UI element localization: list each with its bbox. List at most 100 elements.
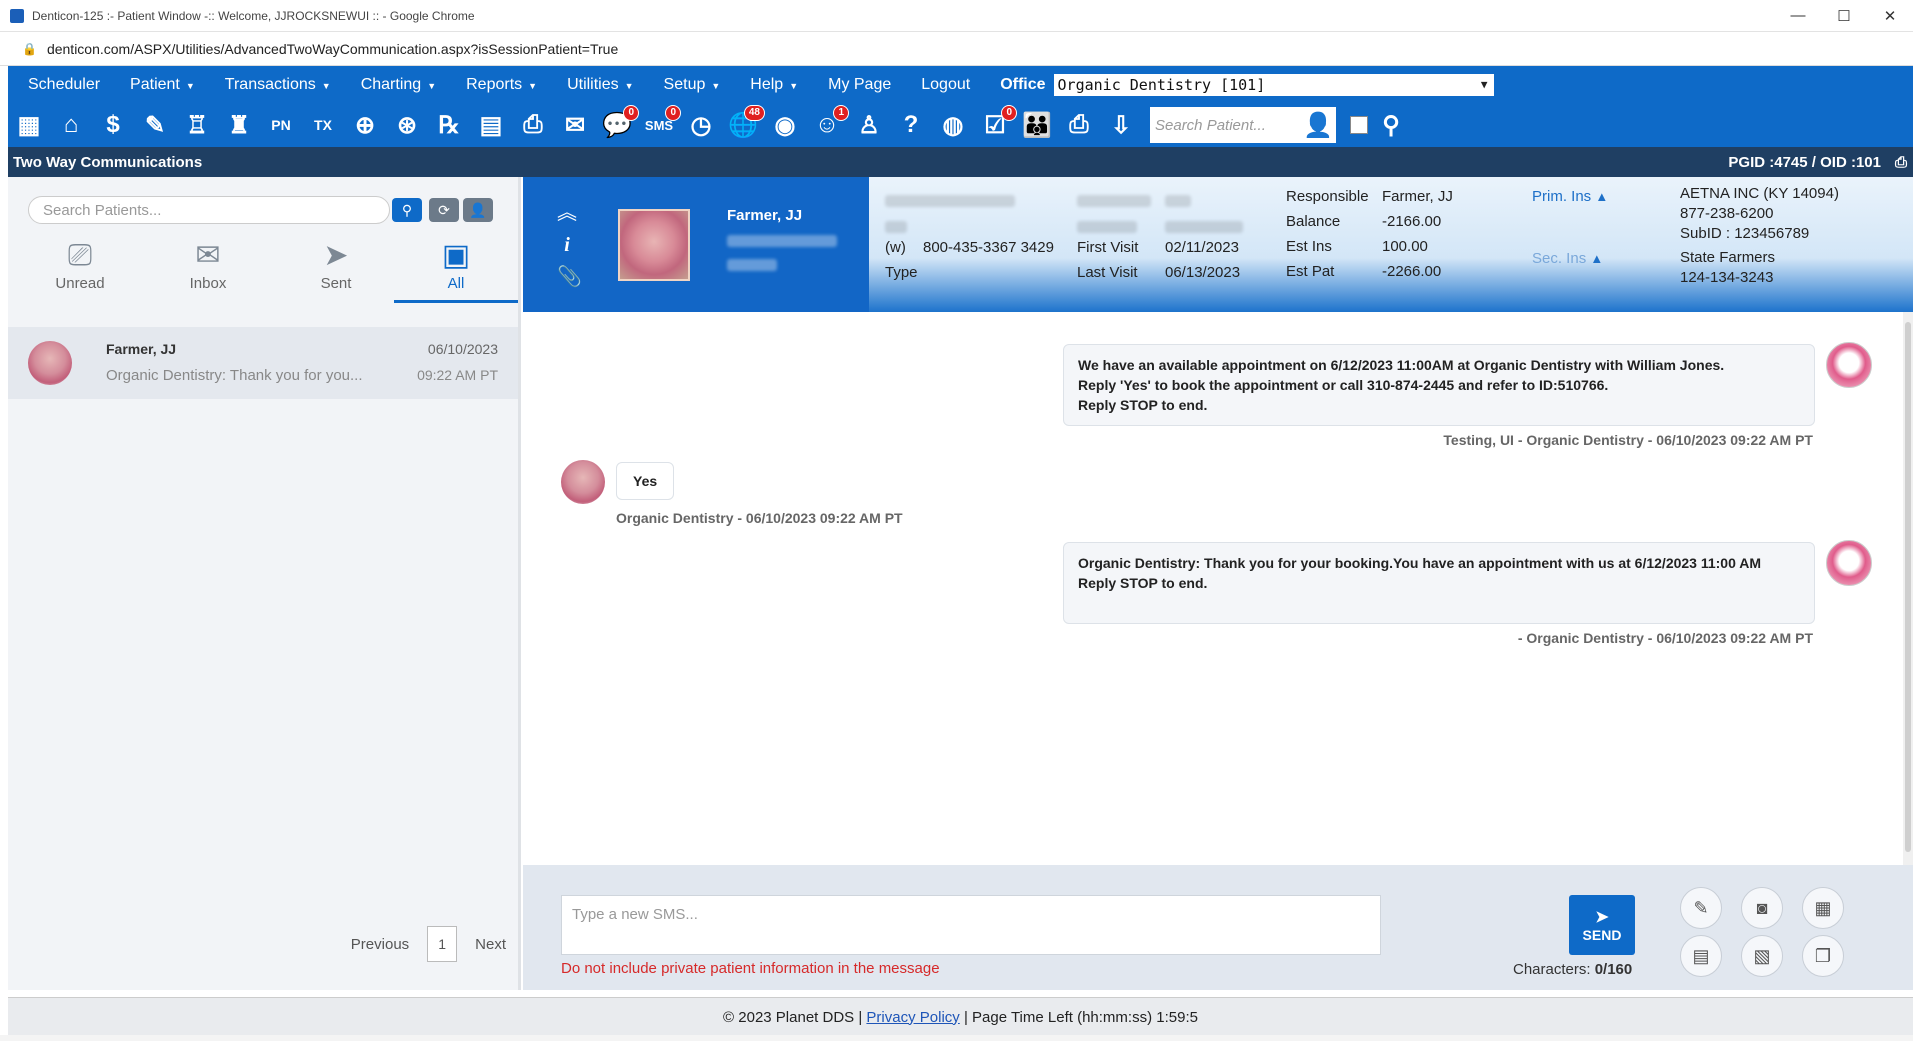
calendar-icon[interactable]: ▦ xyxy=(12,108,46,142)
tooth-help-icon[interactable]: ? xyxy=(894,108,928,142)
camera-button[interactable]: ◙ xyxy=(1741,887,1783,929)
page-number[interactable]: 1 xyxy=(427,926,458,962)
send-button[interactable]: ➤ SEND xyxy=(1569,895,1635,955)
close-button[interactable]: ✕ xyxy=(1867,7,1913,25)
portal-icon[interactable]: ◉ xyxy=(768,108,802,142)
menu-patient[interactable]: Patient ▼ xyxy=(130,76,195,94)
menu-logout[interactable]: Logout xyxy=(921,76,970,94)
copy-icon: ❐ xyxy=(1814,945,1832,966)
previous-page-link[interactable]: Previous xyxy=(351,936,409,953)
alert-user-icon[interactable]: ☺ 1 xyxy=(810,105,849,142)
message-line: Reply STOP to end. xyxy=(1078,575,1208,591)
tab-all[interactable]: ▣ All xyxy=(394,237,518,303)
menu-help[interactable]: Help ▼ xyxy=(750,76,798,94)
dollar-icon[interactable]: $ xyxy=(96,108,130,142)
tab-label: All xyxy=(447,275,465,292)
sms-icon[interactable]: SMS 0 xyxy=(642,105,681,142)
refresh-icon: ⟳ xyxy=(438,201,450,218)
conversation-snippet: Organic Dentistry: Thank you for you... xyxy=(106,367,363,384)
template-button[interactable]: ✎ xyxy=(1680,887,1722,929)
paper-plane-icon: ➤ xyxy=(323,239,349,272)
web-users-icon[interactable]: 🌐 48 xyxy=(726,105,765,142)
tooth-chart-icon[interactable]: ♜ xyxy=(222,108,256,142)
maximize-button[interactable]: ☐ xyxy=(1821,7,1867,25)
notes-edit-icon[interactable]: ✎ xyxy=(138,108,172,142)
prescription-icon[interactable]: ℞ xyxy=(432,108,466,142)
prim-ins-name: AETNA INC (KY 14094) xyxy=(1680,185,1839,202)
prim-ins-phone: 877-238-6200 xyxy=(1680,205,1774,222)
tooth-icon[interactable]: ♖ xyxy=(180,108,214,142)
menu-scheduler[interactable]: Scheduler xyxy=(28,76,100,94)
envelope-icon: ✉ xyxy=(195,239,221,272)
url-text: denticon.com/ASPX/Utilities/AdvancedTwoW… xyxy=(46,40,619,57)
attachment-icon[interactable]: 📎 xyxy=(557,261,582,293)
tab-inbox[interactable]: ✉ Inbox xyxy=(158,237,258,292)
copy-button[interactable]: ❐ xyxy=(1802,935,1844,977)
tooth-outline-icon[interactable]: ♙ xyxy=(852,108,886,142)
est-pat-label: Est Pat xyxy=(1286,263,1335,280)
sender-avatar xyxy=(1826,342,1872,388)
scrollbar-thumb[interactable] xyxy=(1905,322,1911,852)
treatment-icon[interactable]: TX xyxy=(306,108,340,142)
message-meta: Organic Dentistry - 06/10/2023 09:22 AM … xyxy=(616,510,903,526)
menu-setup[interactable]: Setup ▼ xyxy=(664,76,721,94)
family-icon[interactable]: 👪 xyxy=(1020,108,1054,142)
menu-label: Help xyxy=(750,75,784,93)
document-icon[interactable]: ▤ xyxy=(474,108,508,142)
account-fields: Responsible Farmer, JJ Balance -2166.00 Es… xyxy=(1286,184,1453,284)
search-patients-input[interactable]: Search Patients... xyxy=(28,196,390,224)
last-visit-label: Last Visit xyxy=(1077,264,1138,281)
advanced-search-icon[interactable]: ⚲ xyxy=(1374,108,1408,142)
collapse-up-icon[interactable]: ︽ xyxy=(557,197,577,229)
unread-screen-icon: ⎚ xyxy=(68,239,92,272)
address-bar[interactable]: 🔒 denticon.com/ASPX/Utilities/AdvancedTw… xyxy=(0,32,1913,66)
outgoing-message: We have an available appointment on 6/12… xyxy=(1063,344,1815,426)
menu-my-page[interactable]: My Page xyxy=(828,76,891,94)
printer-icon[interactable]: ⎙ xyxy=(1062,108,1096,142)
menu-transactions[interactable]: Transactions ▼ xyxy=(225,76,331,94)
appointment-button[interactable]: ▦ xyxy=(1802,887,1844,929)
globe-icon[interactable]: ◍ xyxy=(936,108,970,142)
message-icon[interactable]: 💬 0 xyxy=(600,105,639,142)
add-family-icon[interactable]: ⊛ xyxy=(390,108,424,142)
caret-down-icon: ▼ xyxy=(711,80,721,91)
minimize-button[interactable]: — xyxy=(1775,7,1821,25)
tab-unread[interactable]: ⎚ Unread xyxy=(30,237,130,292)
next-page-link[interactable]: Next xyxy=(475,936,506,953)
prim-ins-link[interactable]: Prim. Ins xyxy=(1532,188,1591,205)
menu-label: Setup xyxy=(663,75,706,93)
patient-search-input[interactable]: Search Patient... xyxy=(1150,107,1300,143)
print-icon[interactable]: ⎙ xyxy=(1895,154,1907,171)
sec-ins-link[interactable]: Sec. Ins xyxy=(1532,250,1586,267)
patient-search-icon[interactable]: 👤 xyxy=(1300,107,1336,143)
progress-notes-icon[interactable]: PN xyxy=(264,108,298,142)
search-checkbox[interactable] xyxy=(1350,116,1368,134)
contact-button[interactable]: 👤 xyxy=(463,198,493,222)
chat-scrollbar[interactable] xyxy=(1903,312,1913,865)
office-select[interactable]: Organic Dentistry [101] ▼ xyxy=(1053,73,1494,96)
redacted-field xyxy=(1077,221,1137,233)
edit-note-icon: ✎ xyxy=(1693,897,1709,918)
menu-reports[interactable]: Reports ▼ xyxy=(466,76,537,94)
conversation-item[interactable]: Farmer, JJ Organic Dentistry: Thank you … xyxy=(8,327,518,399)
tab-sent[interactable]: ➤ Sent xyxy=(286,237,386,292)
download-icon[interactable]: ⇩ xyxy=(1104,108,1138,142)
type-label: Type xyxy=(885,264,918,281)
menu-utilities[interactable]: Utilities ▼ xyxy=(567,76,633,94)
mail-icon[interactable]: ✉ xyxy=(558,108,592,142)
balance-value: -2166.00 xyxy=(1382,213,1442,230)
menu-charting[interactable]: Charting ▼ xyxy=(361,76,436,94)
document-search-button[interactable]: ▧ xyxy=(1741,935,1783,977)
print-document-icon[interactable]: ⎙ xyxy=(516,108,550,142)
home-icon[interactable]: ⌂ xyxy=(54,108,88,142)
patient-form-button[interactable]: ▤ xyxy=(1680,935,1722,977)
info-icon[interactable]: i xyxy=(557,229,577,261)
prim-ins-subid: SubID : 123456789 xyxy=(1680,225,1810,242)
search-button[interactable]: ⚲ xyxy=(392,198,422,222)
privacy-policy-link[interactable]: Privacy Policy xyxy=(866,1009,959,1026)
forms-check-icon[interactable]: ☑ 0 xyxy=(978,105,1017,142)
add-patient-icon[interactable]: ⊕ xyxy=(348,108,382,142)
refresh-button[interactable]: ⟳ xyxy=(429,198,459,222)
clock-icon[interactable]: ◷ xyxy=(684,108,718,142)
sms-input[interactable]: Type a new SMS... xyxy=(561,895,1381,955)
